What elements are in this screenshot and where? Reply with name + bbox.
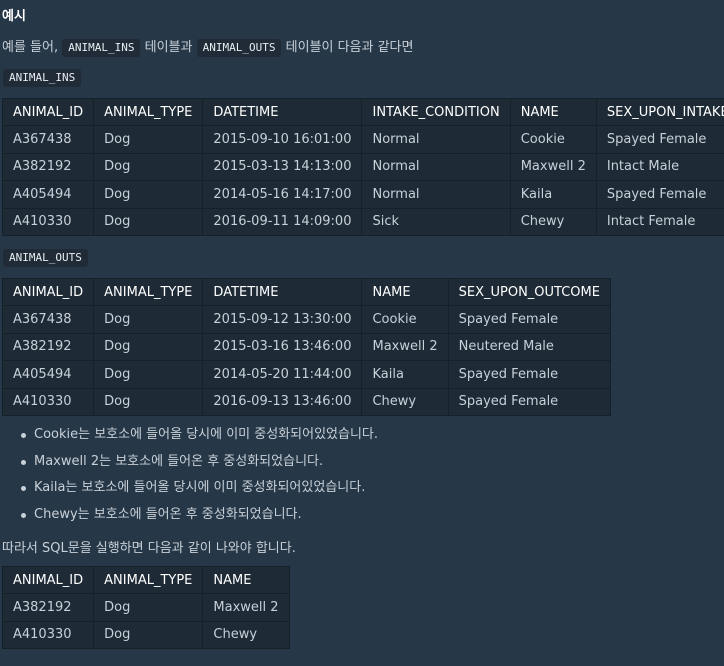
intro-text-after: 테이블이 다음과 같다면 [285, 40, 414, 55]
table-row: A367438 Dog 2015-09-12 13:30:00 Cookie S… [1, 305, 611, 334]
table-cell: Spayed Female [447, 360, 611, 389]
table-cell: Dog [93, 125, 204, 154]
table-cell: Maxwell 2 [361, 332, 449, 361]
table-cell: A382192 [1, 152, 95, 181]
table-cell: 2015-03-16 13:46:00 [202, 332, 363, 361]
table-cell: A382192 [1, 332, 95, 361]
table-cell: Spayed Female [447, 305, 611, 334]
table-cell: A405494 [1, 360, 95, 389]
animal-ins-table: ANIMAL_ID ANIMAL_TYPE DATETIME INTAKE_CO… [1, 98, 724, 236]
column-header: ANIMAL_TYPE [93, 98, 204, 126]
table-cell: Cookie [361, 305, 449, 334]
table-cell: Maxwell 2 [509, 152, 597, 181]
table-cell: 2015-09-10 16:01:00 [202, 125, 363, 154]
table-cell: 2016-09-13 13:46:00 [202, 387, 363, 416]
table-cell: Kaila [509, 180, 597, 209]
table-cell: Normal [361, 152, 511, 181]
table-row: A367438 Dog 2015-09-10 16:01:00 Normal C… [1, 125, 724, 154]
table-cell: Dog [93, 360, 204, 389]
table-cell: Dog [93, 332, 204, 361]
table-row: A382192 Dog 2015-03-16 13:46:00 Maxwell … [1, 332, 611, 361]
table-cell: A367438 [1, 125, 95, 154]
table-cell: A410330 [1, 387, 95, 416]
table-cell: Dog [93, 207, 204, 236]
table-cell: A410330 [1, 620, 95, 649]
column-header: INTAKE_CONDITION [361, 98, 511, 126]
table-row: A382192 Dog Maxwell 2 [1, 593, 290, 622]
list-item: Maxwell 2는 보호소에 들어온 후 중성화되었습니다. [16, 453, 378, 480]
table-cell: Spayed Female [595, 125, 724, 154]
column-header: ANIMAL_ID [1, 566, 95, 594]
table-cell: 2015-03-13 14:13:00 [202, 152, 363, 181]
table-cell: Maxwell 2 [202, 593, 290, 622]
column-header: ANIMAL_ID [1, 98, 95, 126]
column-header: ANIMAL_TYPE [93, 566, 204, 594]
intro-text-middle: 테이블과 [144, 40, 193, 55]
table-name-code-outs: ANIMAL_OUTS [196, 39, 282, 57]
table-cell: Sick [361, 207, 511, 236]
table-cell: A382192 [1, 593, 95, 622]
table-cell: Dog [93, 387, 204, 416]
table-cell: Dog [93, 593, 204, 622]
column-header: SEX_UPON_OUTCOME [447, 278, 611, 306]
table-name-code-ins: ANIMAL_INS [62, 39, 141, 57]
table-header-row: ANIMAL_ID ANIMAL_TYPE DATETIME INTAKE_CO… [1, 98, 724, 126]
column-header: DATETIME [202, 278, 363, 306]
section-heading: 예시 [2, 9, 26, 24]
table-cell: Chewy [509, 207, 597, 236]
table-header-row: ANIMAL_ID ANIMAL_TYPE DATETIME NAME SEX_… [1, 278, 611, 306]
table-cell: 2014-05-16 14:17:00 [202, 180, 363, 209]
column-header: ANIMAL_ID [1, 278, 95, 306]
table-row: A410330 Dog 2016-09-13 13:46:00 Chewy Sp… [1, 387, 611, 416]
intro-paragraph: 예를 들어, ANIMAL_INS 테이블과 ANIMAL_OUTS 테이블이 … [2, 36, 413, 57]
table-cell: Normal [361, 125, 511, 154]
result-table: ANIMAL_ID ANIMAL_TYPE NAME A382192 Dog M… [1, 566, 290, 649]
table-cell: Neutered Male [447, 332, 611, 361]
table-cell: A405494 [1, 180, 95, 209]
animal-outs-label: ANIMAL_OUTS [3, 249, 88, 267]
column-header: NAME [361, 278, 449, 306]
table-row: A410330 Dog 2016-09-11 14:09:00 Sick Che… [1, 207, 724, 236]
column-header: ANIMAL_TYPE [93, 278, 204, 306]
table-header-row: ANIMAL_ID ANIMAL_TYPE NAME [1, 566, 290, 594]
animal-ins-label: ANIMAL_INS [3, 69, 82, 87]
table-cell: Spayed Female [595, 180, 724, 209]
table-row: A382192 Dog 2015-03-13 14:13:00 Normal M… [1, 152, 724, 181]
table-cell: Dog [93, 152, 204, 181]
table-cell: A410330 [1, 207, 95, 236]
table-cell: Dog [93, 305, 204, 334]
list-item: Cookie는 보호소에 들어올 당시에 이미 중성화되어있었습니다. [16, 426, 378, 453]
table-cell: Normal [361, 180, 511, 209]
table-cell: Spayed Female [447, 387, 611, 416]
table-cell: Dog [93, 180, 204, 209]
animal-outs-table: ANIMAL_ID ANIMAL_TYPE DATETIME NAME SEX_… [1, 278, 611, 416]
table-cell: 2014-05-20 11:44:00 [202, 360, 363, 389]
table-cell: Intact Male [595, 152, 724, 181]
table-cell: A367438 [1, 305, 95, 334]
table-cell: Chewy [202, 620, 290, 649]
table-cell: Cookie [509, 125, 597, 154]
table-row: A405494 Dog 2014-05-20 11:44:00 Kaila Sp… [1, 360, 611, 389]
column-header: SEX_UPON_INTAKE [595, 98, 724, 126]
table-cell: Kaila [361, 360, 449, 389]
column-header: NAME [202, 566, 290, 594]
table-row: A405494 Dog 2014-05-16 14:17:00 Normal K… [1, 180, 724, 209]
column-header: NAME [509, 98, 597, 126]
table-cell: Chewy [361, 387, 449, 416]
intro-text-before: 예를 들어, [2, 40, 59, 55]
table-cell: Intact Female [595, 207, 724, 236]
explanation-list: Cookie는 보호소에 들어올 당시에 이미 중성화되어있었습니다. Maxw… [2, 426, 378, 532]
table-row: A410330 Dog Chewy [1, 620, 290, 649]
conclusion-paragraph: 따라서 SQL문을 실행하면 다음과 같이 나와야 합니다. [2, 541, 296, 556]
table-cell: 2016-09-11 14:09:00 [202, 207, 363, 236]
column-header: DATETIME [202, 98, 363, 126]
list-item: Chewy는 보호소에 들어온 후 중성화되었습니다. [16, 506, 378, 533]
list-item: Kaila는 보호소에 들어올 당시에 이미 중성화되어있었습니다. [16, 479, 378, 506]
table-cell: 2015-09-12 13:30:00 [202, 305, 363, 334]
table-cell: Dog [93, 620, 204, 649]
